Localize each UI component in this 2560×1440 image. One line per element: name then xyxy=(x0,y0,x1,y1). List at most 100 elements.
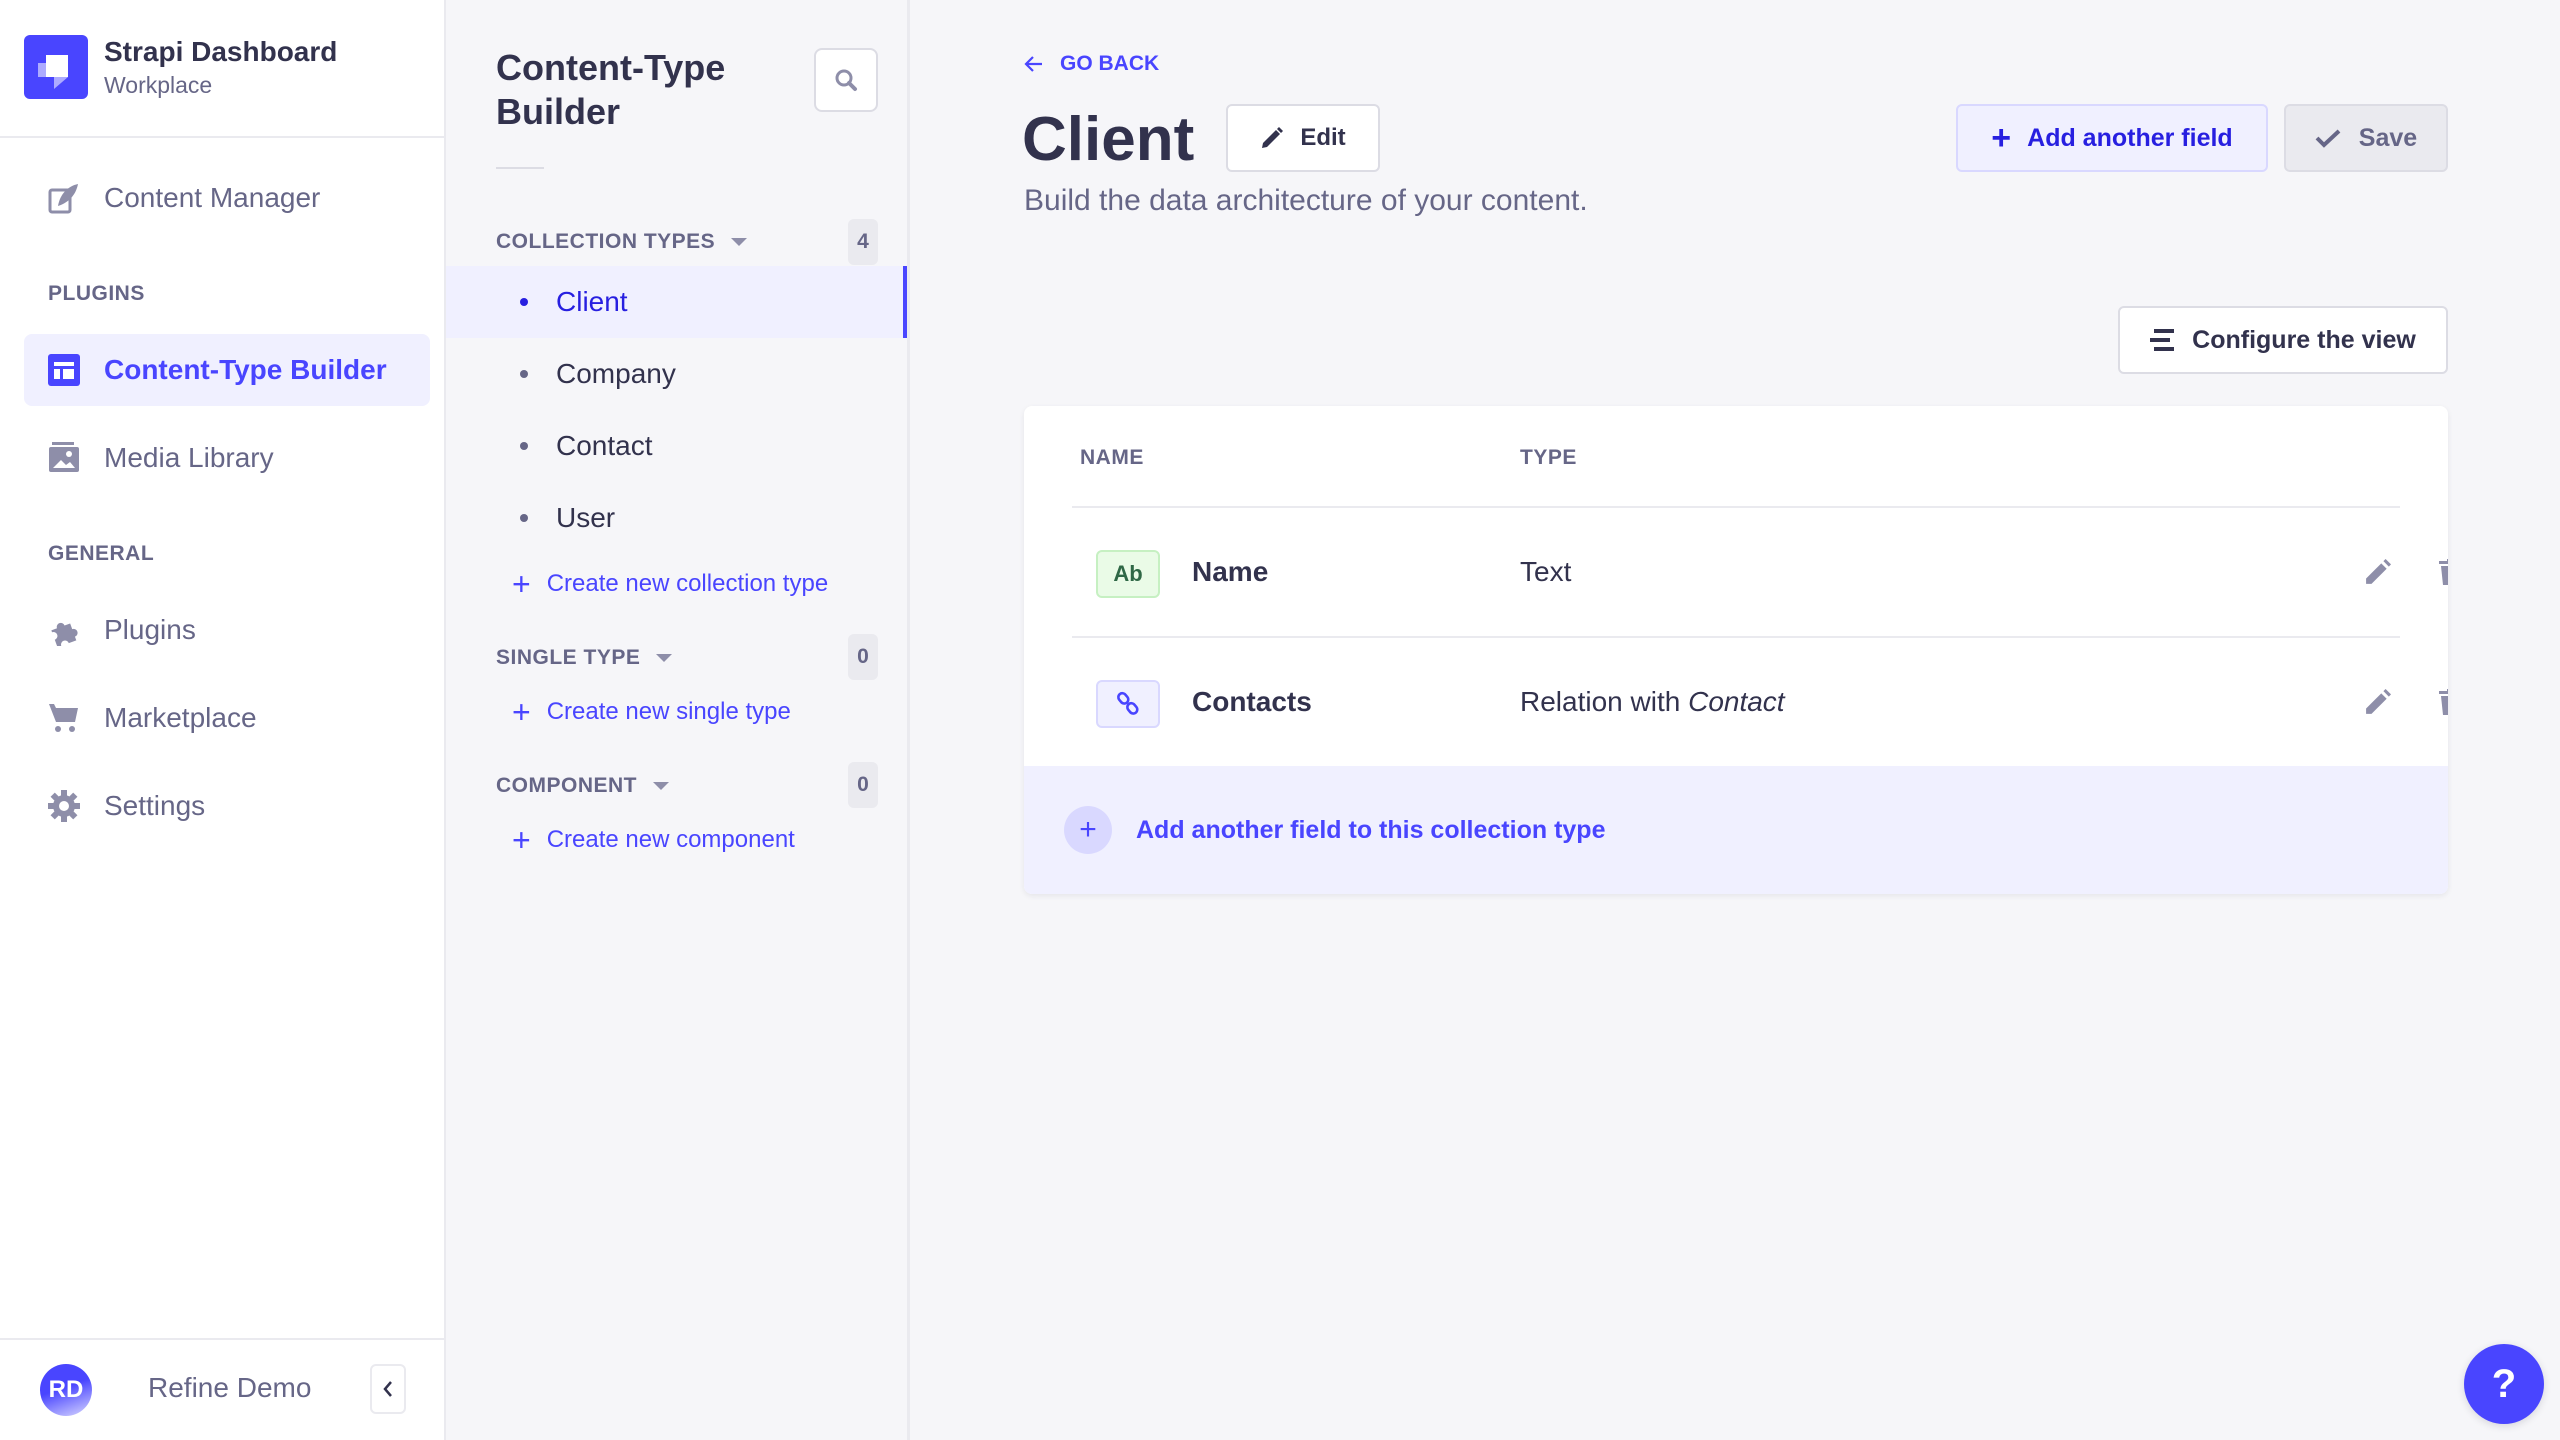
list-icon xyxy=(2150,329,2175,351)
trash-icon xyxy=(2439,689,2448,715)
column-header-name: NAME xyxy=(1080,446,1144,469)
divider xyxy=(496,167,544,169)
avatar[interactable]: RD xyxy=(40,1364,92,1416)
create-single-type-link[interactable]: + Create new single type xyxy=(512,694,791,730)
nav-item-plugins[interactable]: Plugins xyxy=(24,594,430,666)
add-field-to-collection-button[interactable]: + Add another field to this collection t… xyxy=(1024,766,2448,894)
add-field-label: Add another field to this collection typ… xyxy=(1136,815,1606,844)
text-field-icon: Ab xyxy=(1096,550,1160,598)
delete-field-button[interactable] xyxy=(2434,556,2448,588)
nav-section-general: GENERAL xyxy=(48,542,155,565)
nav-item-media-library[interactable]: Media Library xyxy=(24,422,430,494)
section-toggle-single-types[interactable]: SINGLE TYPE xyxy=(496,646,673,670)
brand-title: Strapi Dashboard xyxy=(104,36,338,67)
brand: Strapi Dashboard Workplace xyxy=(24,34,337,100)
pencil-icon xyxy=(2366,689,2391,714)
arrow-left-icon xyxy=(1024,56,1042,72)
configure-view-button[interactable]: Configure the view xyxy=(2118,306,2448,374)
subnav-title: Content-Type Builder xyxy=(496,47,726,132)
content-type-builder-subnav: Content-Type Builder COLLECTION TYPES 4 … xyxy=(446,0,910,1440)
main-nav: Strapi Dashboard Workplace Content Manag… xyxy=(0,0,446,1440)
edit-field-button[interactable] xyxy=(2362,686,2394,718)
bullet-icon xyxy=(520,514,528,522)
user-name[interactable]: Refine Demo xyxy=(148,1372,311,1404)
pencil-icon xyxy=(1262,127,1284,148)
section-label: COLLECTION TYPES xyxy=(496,230,716,253)
collapse-nav-button[interactable] xyxy=(370,1364,406,1414)
type-item-company[interactable]: Company xyxy=(446,338,907,410)
layout-icon xyxy=(48,354,80,386)
page-title: Client xyxy=(1022,105,1195,174)
nav-item-content-type-builder[interactable]: Content-Type Builder xyxy=(24,334,430,406)
save-button[interactable]: Save xyxy=(2284,104,2448,172)
link-label: Create new component xyxy=(546,826,795,853)
brand-subtitle: Workplace xyxy=(104,72,213,98)
search-button[interactable] xyxy=(814,48,878,112)
main-content: GO BACK Client Edit Build the data archi… xyxy=(910,0,2560,1440)
caret-down-icon xyxy=(656,654,673,662)
button-label: Configure the view xyxy=(2192,325,2416,354)
go-back-label: GO BACK xyxy=(1060,52,1160,75)
plus-icon: + xyxy=(512,694,531,730)
type-item-label: Client xyxy=(556,286,628,317)
gear-icon xyxy=(48,790,80,822)
nav-item-label: Content-Type Builder xyxy=(104,354,387,385)
bullet-icon xyxy=(520,370,528,378)
relation-target: Contact xyxy=(1688,686,1785,717)
caret-down-icon xyxy=(731,238,748,246)
caret-down-icon xyxy=(653,782,669,790)
plus-icon: + xyxy=(1064,806,1112,854)
nav-item-content-manager[interactable]: Content Manager xyxy=(24,162,430,234)
check-icon xyxy=(2315,129,2341,148)
link-label: Create new single type xyxy=(546,698,791,725)
nav-item-label: Settings xyxy=(104,790,206,821)
nav-item-label: Media Library xyxy=(104,442,274,473)
cart-icon xyxy=(48,702,80,734)
chevron-left-icon xyxy=(383,1381,392,1397)
strapi-logo-icon xyxy=(24,35,88,99)
table-row[interactable]: Ab Name Text xyxy=(1024,508,2448,636)
section-toggle-components[interactable]: COMPONENT xyxy=(496,774,669,798)
trash-icon xyxy=(2439,559,2448,585)
divider xyxy=(0,1338,444,1340)
count-badge: 4 xyxy=(848,219,878,265)
puzzle-icon xyxy=(48,614,80,646)
button-label: Save xyxy=(2358,123,2418,152)
relation-icon xyxy=(1096,680,1160,728)
edit-field-button[interactable] xyxy=(2362,556,2394,588)
page-subtitle: Build the data architecture of your cont… xyxy=(1024,184,1588,217)
edit-label: Edit xyxy=(1300,124,1346,151)
field-type: Text xyxy=(1520,556,1572,587)
count-badge: 0 xyxy=(848,634,878,680)
nav-item-marketplace[interactable]: Marketplace xyxy=(24,682,430,754)
divider xyxy=(0,136,444,138)
section-label: COMPONENT xyxy=(496,774,637,797)
pencil-icon xyxy=(2366,559,2391,584)
plus-icon: + xyxy=(512,822,531,858)
add-another-field-button[interactable]: + Add another field xyxy=(1956,104,2268,172)
delete-field-button[interactable] xyxy=(2434,686,2448,718)
relation-prefix: Relation with xyxy=(1520,686,1681,717)
link-label: Create new collection type xyxy=(546,570,829,597)
section-label: SINGLE TYPE xyxy=(496,646,641,669)
nav-item-settings[interactable]: Settings xyxy=(24,770,430,842)
edit-button[interactable]: Edit xyxy=(1226,104,1380,172)
nav-item-label: Content Manager xyxy=(104,182,321,213)
count-badge: 0 xyxy=(848,762,878,808)
help-button[interactable]: ? xyxy=(2464,1344,2544,1424)
type-item-label: User xyxy=(556,502,616,533)
type-item-user[interactable]: User xyxy=(446,482,907,554)
nav-item-label: Plugins xyxy=(104,614,196,645)
table-row[interactable]: Contacts Relation with Contact xyxy=(1024,638,2448,766)
type-item-client[interactable]: Client xyxy=(446,266,907,338)
column-header-type: TYPE xyxy=(1520,446,1577,469)
create-component-link[interactable]: + Create new component xyxy=(512,822,795,858)
section-toggle-collection-types[interactable]: COLLECTION TYPES xyxy=(496,230,748,254)
go-back-link[interactable]: GO BACK xyxy=(1024,52,1159,76)
type-item-label: Company xyxy=(556,358,676,389)
type-item-contact[interactable]: Contact xyxy=(446,410,907,482)
bullet-icon xyxy=(520,442,528,450)
field-name: Contacts xyxy=(1192,686,1312,717)
create-collection-type-link[interactable]: + Create new collection type xyxy=(512,568,829,600)
field-type: Relation with Contact xyxy=(1520,686,1785,718)
